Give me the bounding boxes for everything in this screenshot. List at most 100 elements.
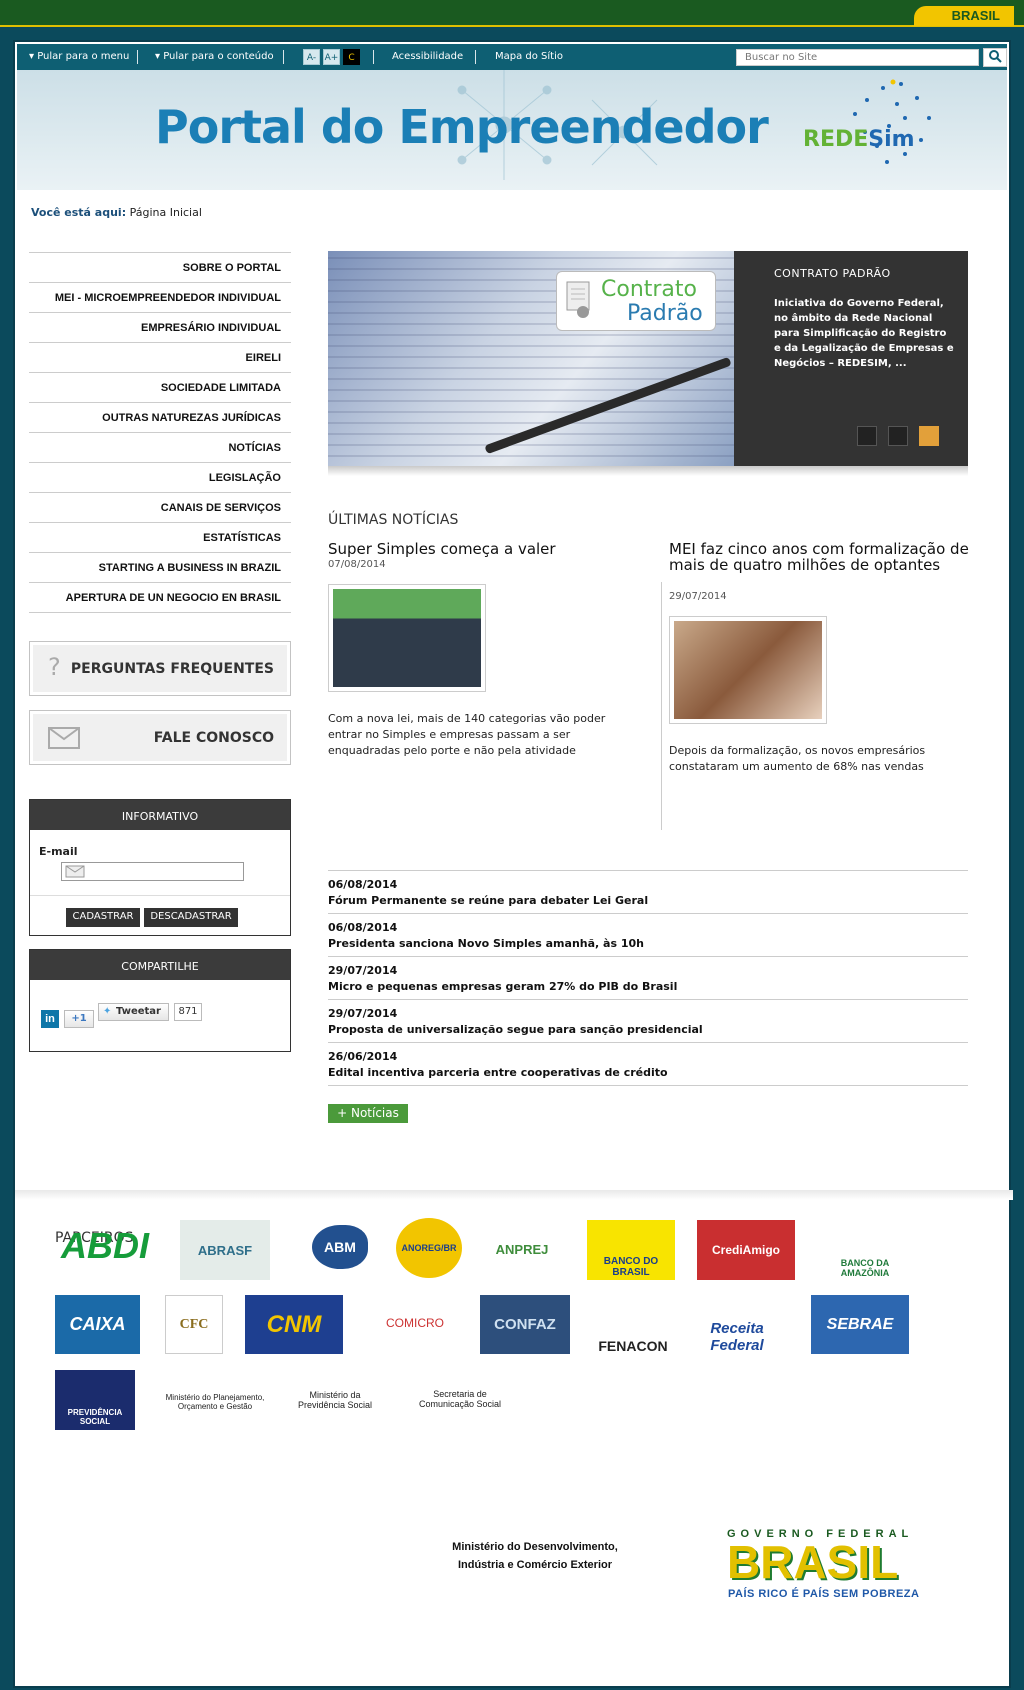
site-title[interactable]: Portal do Empreendedor xyxy=(155,100,769,154)
partner-logo-anprej[interactable]: ANPREJ xyxy=(482,1220,562,1278)
featured-news-image[interactable] xyxy=(328,584,486,692)
partner-logo-previdencia[interactable]: PREVIDÊNCIA SOCIAL xyxy=(55,1370,135,1430)
news-title[interactable]: Edital incentiva parceria entre cooperat… xyxy=(328,1065,968,1081)
partner-logo-sebrae[interactable]: SEBRAE xyxy=(811,1295,909,1354)
nav-item-starting[interactable]: STARTING A BUSINESS IN BRAZIL xyxy=(29,553,291,583)
list-item[interactable]: 06/08/2014 Fórum Permanente se reúne para… xyxy=(328,871,968,914)
partner-logo-planejamento[interactable]: Ministério do Planejamento, Orçamento e … xyxy=(160,1387,270,1417)
breadcrumb: Você está aqui: Página Inicial xyxy=(31,206,202,219)
nav-item-sobre[interactable]: SOBRE O PORTAL xyxy=(29,253,291,283)
nav-item-sociedade[interactable]: SOCIEDADE LIMITADA xyxy=(29,373,291,403)
brasil-logo[interactable]: BRASIL xyxy=(727,1538,953,1586)
redesim-logo[interactable]: REDESim xyxy=(803,127,915,152)
partner-logo-fenacon[interactable]: FENACON xyxy=(593,1295,673,1354)
font-decrease-button[interactable]: A- xyxy=(303,49,320,65)
news-title[interactable]: Presidenta sanciona Novo Simples amanhã,… xyxy=(328,936,968,952)
featured-news-title[interactable]: Super Simples começa a valer xyxy=(328,541,638,557)
slide-dot-3[interactable] xyxy=(919,426,939,446)
partner-logo-abm[interactable]: ABM xyxy=(295,1218,385,1276)
sitemap-link[interactable]: Mapa do Sítio xyxy=(495,51,563,62)
nav-item-estatisticas[interactable]: ESTATÍSTICAS xyxy=(29,523,291,553)
partner-logo-abm-text: ABM xyxy=(312,1225,368,1269)
brasil-gov-link[interactable]: BRASIL xyxy=(914,6,1014,26)
contact-button-label: FALE CONOSCO xyxy=(153,730,274,746)
partner-logo-comicro[interactable]: COMICRO xyxy=(370,1308,460,1338)
email-field[interactable] xyxy=(61,862,244,881)
breadcrumb-label: Você está aqui: xyxy=(31,206,127,219)
font-increase-button[interactable]: A+ xyxy=(323,49,340,65)
nav-item-legislacao[interactable]: LEGISLAÇÃO xyxy=(29,463,291,493)
featured-news-summary: Depois da formalização, os novos empresá… xyxy=(669,744,926,773)
nav-item-eireli[interactable]: EIRELI xyxy=(29,343,291,373)
column-divider xyxy=(661,582,662,830)
partner-logo-cnm[interactable]: CNM xyxy=(245,1295,343,1354)
gov-slogan: PAÍS RICO É PAÍS SEM POBREZA xyxy=(728,1588,920,1600)
subscribe-button[interactable]: CADASTRAR xyxy=(66,908,140,927)
slide-image[interactable]: Contrato Padrão xyxy=(328,251,734,466)
partner-logo-caixa[interactable]: CAIXA xyxy=(55,1295,140,1354)
top-navigation: ▾ Pular para o menu ▾ Pular para o conte… xyxy=(17,44,1007,70)
header-banner: Portal do Empreendedor REDESim xyxy=(17,70,1007,190)
tweet-count: 871 xyxy=(174,1003,202,1021)
partner-logo-anoreg[interactable]: ANOREG/BR xyxy=(396,1218,462,1278)
partner-logo-receita-federal[interactable]: Receita Federal xyxy=(687,1295,787,1354)
faq-button-label: PERGUNTAS FREQUENTES xyxy=(70,661,274,677)
divider xyxy=(30,895,290,896)
nav-item-canais[interactable]: CANAIS DE SERVIÇOS xyxy=(29,493,291,523)
more-news-button[interactable]: + Notícias xyxy=(328,1104,408,1123)
partner-logo-crediamigo[interactable]: CrediAmigo xyxy=(697,1220,795,1280)
list-item[interactable]: 29/07/2014 Micro e pequenas empresas gera… xyxy=(328,957,968,1000)
skip-to-menu-link[interactable]: ▾ Pular para o menu xyxy=(29,51,129,62)
unsubscribe-button[interactable]: DESCADASTRAR xyxy=(144,908,238,927)
nav-item-outras[interactable]: OUTRAS NATUREZAS JURÍDICAS xyxy=(29,403,291,433)
divider xyxy=(475,50,476,64)
ministry-name[interactable]: Ministério do Desenvolvimento, Indústria… xyxy=(445,1538,625,1574)
linkedin-icon[interactable]: in xyxy=(41,1010,59,1028)
featured-news-image[interactable] xyxy=(669,616,827,724)
faq-button[interactable]: ? PERGUNTAS FREQUENTES xyxy=(29,641,291,696)
slide-dot-2[interactable] xyxy=(888,426,908,446)
badge-line-2: Padrão xyxy=(627,301,703,326)
photo-hairdresser xyxy=(674,621,822,719)
slide-dot-1[interactable] xyxy=(857,426,877,446)
partner-logo-cfc[interactable]: CFC xyxy=(165,1295,223,1354)
news-date: 06/08/2014 xyxy=(328,878,398,891)
nav-item-mei[interactable]: MEI - MICROEMPREENDEDOR INDIVIDUAL xyxy=(29,283,291,313)
list-item[interactable]: 29/07/2014 Proposta de universalização se… xyxy=(328,1000,968,1043)
share-title: COMPARTILHE xyxy=(30,950,290,980)
feature-slider[interactable]: Contrato Padrão CONTRATO PADRÃO Iniciati… xyxy=(328,251,968,466)
envelope-icon xyxy=(48,727,80,749)
news-title[interactable]: Fórum Permanente se reúne para debater L… xyxy=(328,893,968,909)
featured-news-title[interactable]: MEI faz cinco anos com formalização de m… xyxy=(669,541,969,573)
partner-logo-abdi[interactable]: ABDI xyxy=(55,1218,155,1274)
latest-news-heading: ÚLTIMAS NOTÍCIAS xyxy=(328,512,459,528)
partner-logo-abrasf[interactable]: ABRASF xyxy=(180,1220,270,1280)
breadcrumb-current: Página Inicial xyxy=(129,206,202,219)
skip-to-content-link[interactable]: ▾ Pular para o conteúdo xyxy=(155,51,274,62)
news-title[interactable]: Proposta de universalização segue para s… xyxy=(328,1022,968,1038)
list-item[interactable]: 26/06/2014 Edital incentiva parceria entr… xyxy=(328,1043,968,1086)
accessibility-link[interactable]: Acessibilidade xyxy=(392,51,463,62)
partner-logo-secom[interactable]: Secretaria de Comunicação Social xyxy=(405,1382,515,1416)
contrast-button[interactable]: C xyxy=(343,49,360,65)
news-title[interactable]: Micro e pequenas empresas geram 27% do P… xyxy=(328,979,968,995)
contact-button[interactable]: FALE CONOSCO xyxy=(29,710,291,765)
slide-title[interactable]: CONTRATO PADRÃO xyxy=(774,267,956,280)
google-plus-button[interactable]: +1 xyxy=(64,1010,94,1028)
nav-item-apertura[interactable]: APERTURA DE UN NEGOCIO EN BRASIL xyxy=(29,583,291,613)
list-item[interactable]: 06/08/2014 Presidenta sanciona Novo Simpl… xyxy=(328,914,968,957)
nav-item-noticias[interactable]: NOTÍCIAS xyxy=(29,433,291,463)
nav-item-empresario[interactable]: EMPRESÁRIO INDIVIDUAL xyxy=(29,313,291,343)
partner-logo-confaz[interactable]: CONFAZ xyxy=(480,1295,570,1354)
news-date: 26/06/2014 xyxy=(328,1050,398,1063)
newsletter-box: INFORMATIVO E-mail CADASTRAR DESCADASTRA… xyxy=(29,799,291,936)
partner-logo-banco-do-brasil[interactable]: BANCO DO BRASIL xyxy=(587,1220,675,1280)
page-frame: ▾ Pular para o menu ▾ Pular para o conte… xyxy=(13,40,1013,1688)
news-list: 06/08/2014 Fórum Permanente se reúne para… xyxy=(328,870,968,1086)
partner-logo-previdencia-ministerio[interactable]: Ministério da Previdência Social xyxy=(285,1384,385,1416)
search-button[interactable] xyxy=(983,48,1007,67)
search-input[interactable]: Buscar no Site xyxy=(736,49,979,66)
email-label: E-mail xyxy=(39,845,78,858)
tweet-button[interactable]: ✦ Tweetar xyxy=(98,1003,169,1021)
partner-logo-banco-amazonia[interactable]: BANCO DA AMAZÔNIA xyxy=(820,1222,910,1278)
